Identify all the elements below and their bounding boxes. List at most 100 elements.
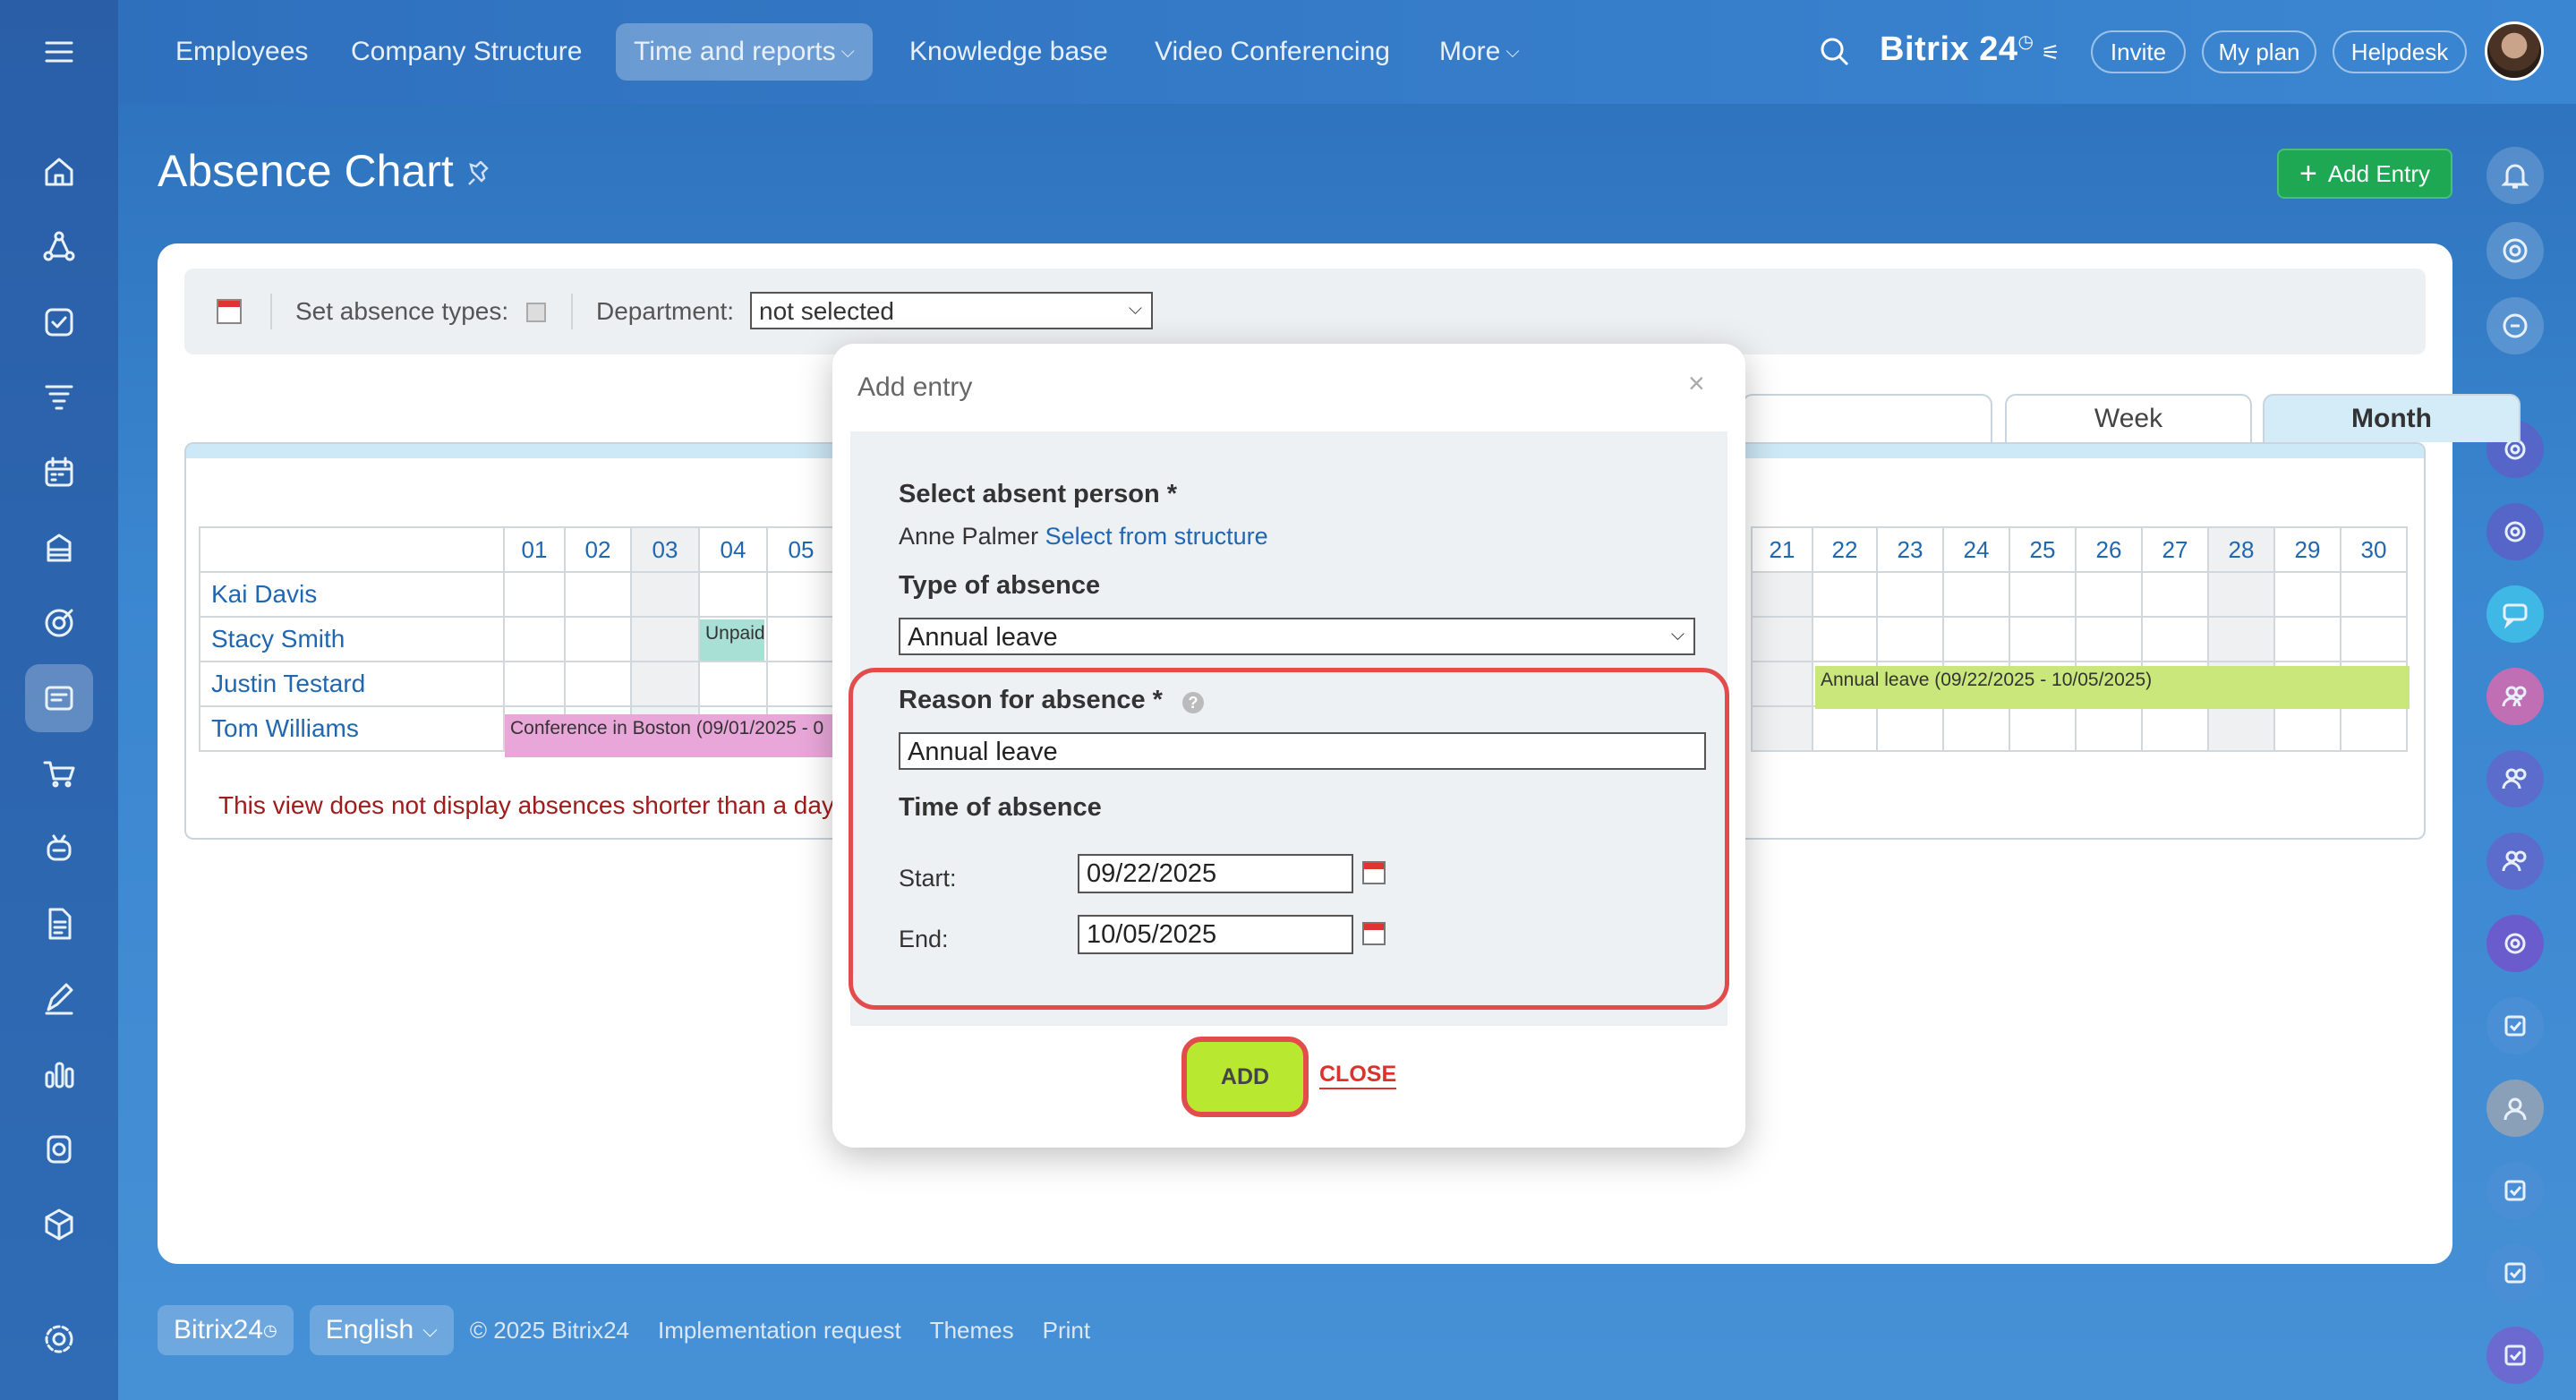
task-chat-icon[interactable] xyxy=(2486,1244,2544,1302)
bell-icon[interactable] xyxy=(2486,147,2544,204)
home-icon[interactable] xyxy=(32,145,86,199)
calendar-icon[interactable] xyxy=(217,299,242,324)
channel-icon[interactable] xyxy=(2486,503,2544,560)
channel-icon[interactable] xyxy=(2486,915,2544,972)
page-title: Absence Chart xyxy=(158,146,454,196)
user-chat-avatar[interactable] xyxy=(2486,1080,2544,1137)
group-chat-icon[interactable] xyxy=(2486,668,2544,725)
copilot-icon[interactable] xyxy=(2486,222,2544,279)
day-header: 27 xyxy=(2141,526,2209,573)
nav-video-conferencing[interactable]: Video Conferencing xyxy=(1155,23,1390,81)
tab-day[interactable] xyxy=(1742,394,1992,442)
footer-brand-label: Bitrix24 xyxy=(174,1315,264,1345)
absence-bar-annual-leave[interactable]: Annual leave (09/22/2025 - 10/05/2025) xyxy=(1815,666,2410,709)
sites-icon[interactable] xyxy=(32,596,86,650)
group-chat-icon[interactable] xyxy=(2486,750,2544,807)
add-button[interactable]: ADD xyxy=(1181,1037,1309,1117)
task-chat-icon[interactable] xyxy=(2486,1327,2544,1384)
themes-link[interactable]: Themes xyxy=(930,1317,1014,1345)
right-sidebar xyxy=(2470,134,2576,1400)
department-select[interactable]: not selected ⌵ xyxy=(750,292,1153,329)
nav-more[interactable]: More ⌵ xyxy=(1439,23,1520,81)
absence-bar-conference[interactable]: Conference in Boston (09/01/2025 - 0 xyxy=(505,714,832,757)
my-plan-button[interactable]: My plan xyxy=(2202,30,2316,73)
brand-logo[interactable]: Bitrix 24◷ ⚟ xyxy=(1880,30,2060,69)
absence-table-right: 21 22 23 24 25 26 27 28 29 30 xyxy=(1751,526,2408,752)
employee-name[interactable]: Tom Williams xyxy=(199,705,505,752)
group-chat-icon[interactable] xyxy=(2486,832,2544,890)
clock-icon: ◷ xyxy=(2017,32,2034,52)
set-absence-types-label: Set absence types: xyxy=(295,297,509,325)
day-header: 26 xyxy=(2075,526,2143,573)
filter-settings-icon[interactable]: ⚟ xyxy=(2041,41,2060,65)
nav-time-and-reports-label: Time and reports xyxy=(634,37,836,66)
add-entry-button[interactable]: + Add Entry xyxy=(2277,149,2452,199)
implementation-request-link[interactable]: Implementation request xyxy=(658,1317,901,1345)
task-chat-icon[interactable] xyxy=(2486,1162,2544,1219)
chevron-down-icon: ⌵ xyxy=(840,41,855,62)
tasks-icon[interactable] xyxy=(32,295,86,349)
day-header: 04 xyxy=(698,526,768,573)
day-header: 05 xyxy=(766,526,836,573)
day-header: 01 xyxy=(503,526,566,573)
time-reports-icon[interactable] xyxy=(25,664,93,732)
close-icon[interactable]: × xyxy=(1688,367,1705,400)
settings-gear-icon[interactable] xyxy=(32,1312,86,1366)
footer-brand-button[interactable]: Bitrix24 ◷ xyxy=(158,1305,294,1355)
day-header: 30 xyxy=(2340,526,2408,573)
print-link[interactable]: Print xyxy=(1043,1317,1090,1345)
brand-text: Bitrix 24 xyxy=(1880,30,2018,68)
chat-search-icon[interactable] xyxy=(2486,297,2544,354)
chat-icon[interactable] xyxy=(2486,585,2544,643)
documents-icon[interactable] xyxy=(32,897,86,951)
absence-types-checkbox[interactable] xyxy=(526,303,546,322)
marketplace-icon[interactable] xyxy=(32,1123,86,1176)
day-header: 22 xyxy=(1812,526,1878,573)
nav-time-and-reports[interactable]: Time and reports ⌵ xyxy=(616,23,873,81)
language-label: English xyxy=(325,1315,414,1345)
absent-person-name: Anne Palmer xyxy=(899,523,1039,550)
absence-type-select[interactable]: Annual leave ⌵ xyxy=(899,618,1695,655)
nav-knowledge-base[interactable]: Knowledge base xyxy=(909,23,1108,81)
dialog-title: Add entry xyxy=(857,372,973,402)
add-entry-label: Add Entry xyxy=(2327,159,2431,187)
filter-bar: Set absence types: Department: not selec… xyxy=(184,269,2426,354)
select-from-structure-link[interactable]: Select from structure xyxy=(1045,523,1268,550)
clock-icon: ◷ xyxy=(263,1320,277,1339)
plus-icon: + xyxy=(2299,157,2317,191)
employee-name[interactable]: Justin Testard xyxy=(199,661,505,707)
pin-icon[interactable] xyxy=(465,161,492,188)
department-select-value: not selected xyxy=(759,297,894,325)
absence-bar-unpaid[interactable]: Unpaid xyxy=(700,619,764,661)
robot-icon[interactable] xyxy=(32,822,86,875)
nav-employees[interactable]: Employees xyxy=(175,23,308,81)
language-select[interactable]: English ⌵ xyxy=(309,1305,454,1355)
user-avatar[interactable] xyxy=(2485,21,2544,81)
calendar-icon[interactable] xyxy=(32,446,86,499)
employee-name[interactable]: Stacy Smith xyxy=(199,616,505,662)
chevron-down-icon: ⌵ xyxy=(422,1319,438,1341)
close-button[interactable]: CLOSE xyxy=(1319,1062,1397,1089)
menu-icon[interactable] xyxy=(32,25,86,79)
task-chat-icon[interactable] xyxy=(2486,997,2544,1054)
search-icon[interactable] xyxy=(1819,36,1851,68)
funnel-icon[interactable] xyxy=(32,371,86,424)
day-header: 24 xyxy=(1942,526,2010,573)
invite-button[interactable]: Invite xyxy=(2091,30,2186,73)
day-header: 25 xyxy=(2009,526,2077,573)
employee-name[interactable]: Kai Davis xyxy=(199,571,505,618)
shop-icon[interactable] xyxy=(32,747,86,800)
crm-icon[interactable] xyxy=(32,220,86,274)
tab-month[interactable]: Month xyxy=(2263,394,2521,442)
chevron-down-icon: ⌵ xyxy=(1128,299,1142,319)
left-sidebar xyxy=(0,0,118,1400)
tab-week[interactable]: Week xyxy=(2005,394,2252,442)
helpdesk-button[interactable]: Helpdesk xyxy=(2333,30,2467,73)
day-header: 23 xyxy=(1876,526,1944,573)
drive-icon[interactable] xyxy=(32,521,86,575)
analytics-icon[interactable] xyxy=(32,1047,86,1101)
sign-icon[interactable] xyxy=(32,972,86,1026)
copyright-text: © 2025 Bitrix24 xyxy=(469,1316,629,1344)
box-icon[interactable] xyxy=(32,1198,86,1251)
nav-company-structure[interactable]: Company Structure xyxy=(351,23,582,81)
